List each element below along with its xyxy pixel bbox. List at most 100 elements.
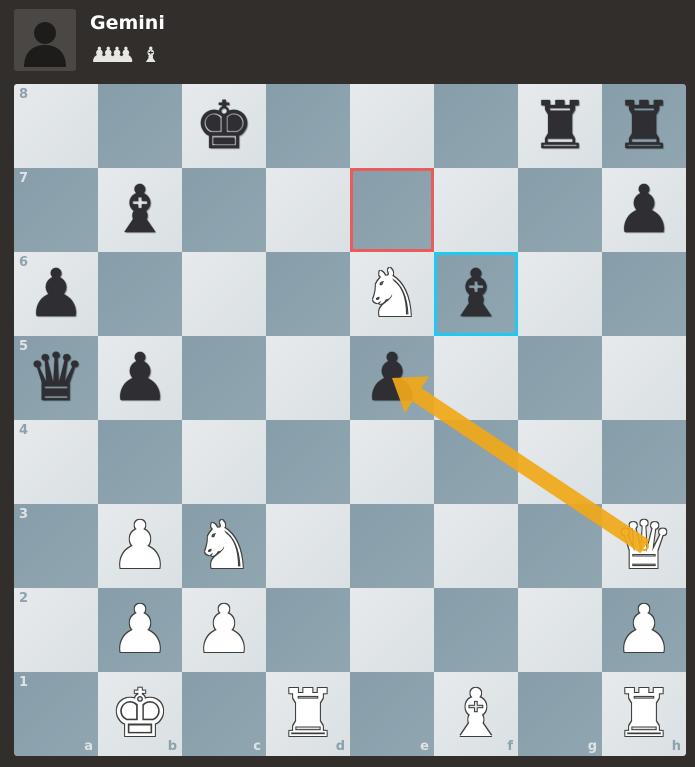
- square-f7[interactable]: [434, 168, 518, 252]
- square-a3[interactable]: 3: [14, 504, 98, 588]
- square-g4[interactable]: [518, 420, 602, 504]
- user-silhouette-icon: [14, 9, 76, 71]
- white-pawn-c2[interactable]: ♟: [182, 588, 266, 672]
- square-g6[interactable]: [518, 252, 602, 336]
- player-bar: Gemini ♟ ♟ ♟ ♟ ♝: [0, 0, 695, 84]
- white-rook-h1[interactable]: ♜: [602, 672, 686, 756]
- square-e8[interactable]: [350, 84, 434, 168]
- square-d6[interactable]: [266, 252, 350, 336]
- square-f5[interactable]: [434, 336, 518, 420]
- black-queen-a5[interactable]: ♛: [14, 336, 98, 420]
- black-pawn-b5[interactable]: ♟: [98, 336, 182, 420]
- rank-label-2: 2: [19, 591, 29, 606]
- square-g8[interactable]: ♜: [518, 84, 602, 168]
- file-label-g: g: [587, 739, 597, 754]
- square-f2[interactable]: [434, 588, 518, 672]
- square-d4[interactable]: [266, 420, 350, 504]
- square-g1[interactable]: g: [518, 672, 602, 756]
- black-pawn-e5[interactable]: ♟: [350, 336, 434, 420]
- square-h5[interactable]: [602, 336, 686, 420]
- square-a2[interactable]: 2: [14, 588, 98, 672]
- square-h8[interactable]: ♜: [602, 84, 686, 168]
- square-f6[interactable]: ♝: [434, 252, 518, 336]
- square-b8[interactable]: [98, 84, 182, 168]
- black-bishop-b7[interactable]: ♝: [98, 168, 182, 252]
- captured-pieces: ♟ ♟ ♟ ♟ ♝: [90, 40, 160, 66]
- square-b2[interactable]: ♟: [98, 588, 182, 672]
- rank-label-8: 8: [19, 87, 29, 102]
- square-h1[interactable]: h ♜: [602, 672, 686, 756]
- square-g3[interactable]: [518, 504, 602, 588]
- square-e4[interactable]: [350, 420, 434, 504]
- square-b1[interactable]: b ♚: [98, 672, 182, 756]
- black-king-c8[interactable]: ♚: [182, 84, 266, 168]
- player-name[interactable]: Gemini: [90, 12, 165, 34]
- square-h4[interactable]: [602, 420, 686, 504]
- square-e3[interactable]: [350, 504, 434, 588]
- rank-label-3: 3: [19, 507, 29, 522]
- white-knight-e6[interactable]: ♞: [350, 252, 434, 336]
- white-pawn-b3[interactable]: ♟: [98, 504, 182, 588]
- square-a8[interactable]: 8: [14, 84, 98, 168]
- square-a1[interactable]: 1a: [14, 672, 98, 756]
- square-d7[interactable]: [266, 168, 350, 252]
- square-e5[interactable]: ♟: [350, 336, 434, 420]
- rank-label-4: 4: [19, 423, 29, 438]
- white-pawn-b2[interactable]: ♟: [98, 588, 182, 672]
- square-g5[interactable]: [518, 336, 602, 420]
- square-f4[interactable]: [434, 420, 518, 504]
- square-b3[interactable]: ♟: [98, 504, 182, 588]
- black-pawn-h7[interactable]: ♟: [602, 168, 686, 252]
- square-c7[interactable]: [182, 168, 266, 252]
- black-pawn-a6[interactable]: ♟: [14, 252, 98, 336]
- square-d3[interactable]: [266, 504, 350, 588]
- square-g2[interactable]: [518, 588, 602, 672]
- white-rook-d1[interactable]: ♜: [266, 672, 350, 756]
- square-h3[interactable]: ♛: [602, 504, 686, 588]
- square-g7[interactable]: [518, 168, 602, 252]
- square-c8[interactable]: ♚: [182, 84, 266, 168]
- captured-bishop-icon: ♝: [141, 43, 161, 67]
- white-queen-h3[interactable]: ♛: [602, 504, 686, 588]
- square-c3[interactable]: ♞: [182, 504, 266, 588]
- square-b5[interactable]: ♟: [98, 336, 182, 420]
- captured-pawn-icon: ♟: [116, 43, 136, 67]
- rank-label-7: 7: [19, 171, 29, 186]
- square-f3[interactable]: [434, 504, 518, 588]
- square-b6[interactable]: [98, 252, 182, 336]
- white-king-b1[interactable]: ♚: [98, 672, 182, 756]
- square-h7[interactable]: ♟: [602, 168, 686, 252]
- square-e2[interactable]: [350, 588, 434, 672]
- square-c1[interactable]: c: [182, 672, 266, 756]
- player-avatar[interactable]: [14, 9, 76, 71]
- square-c2[interactable]: ♟: [182, 588, 266, 672]
- square-c4[interactable]: [182, 420, 266, 504]
- square-e6[interactable]: ♞: [350, 252, 434, 336]
- square-f1[interactable]: f ♝: [434, 672, 518, 756]
- white-knight-c3[interactable]: ♞: [182, 504, 266, 588]
- square-h6[interactable]: [602, 252, 686, 336]
- square-a7[interactable]: 7: [14, 168, 98, 252]
- square-h2[interactable]: ♟: [602, 588, 686, 672]
- square-b4[interactable]: [98, 420, 182, 504]
- square-f8[interactable]: [434, 84, 518, 168]
- white-pawn-h2[interactable]: ♟: [602, 588, 686, 672]
- square-d2[interactable]: [266, 588, 350, 672]
- square-d5[interactable]: [266, 336, 350, 420]
- square-a5[interactable]: 5 ♛: [14, 336, 98, 420]
- square-c6[interactable]: [182, 252, 266, 336]
- square-e1[interactable]: e: [350, 672, 434, 756]
- square-c5[interactable]: [182, 336, 266, 420]
- white-bishop-f1[interactable]: ♝: [434, 672, 518, 756]
- square-a6[interactable]: 6 ♟: [14, 252, 98, 336]
- square-a4[interactable]: 4: [14, 420, 98, 504]
- chess-board[interactable]: 8 ♚ ♜ ♜ 7 ♝ ♟ 6 ♟ ♞ ♝ 5 ♛ ♟ ♟ 4 3 ♟ ♞ ♛ 2 ♟ ♟ ♟ 1 a b ♚ c d ♜ e f ♝ g h ♜: [14, 84, 686, 756]
- square-d8[interactable]: [266, 84, 350, 168]
- black-rook-g8[interactable]: ♜: [518, 84, 602, 168]
- file-label-a: a: [84, 739, 93, 754]
- black-rook-h8[interactable]: ♜: [602, 84, 686, 168]
- square-b7[interactable]: ♝: [98, 168, 182, 252]
- square-d1[interactable]: d ♜: [266, 672, 350, 756]
- square-e7[interactable]: [350, 168, 434, 252]
- black-bishop-f6[interactable]: ♝: [434, 252, 518, 336]
